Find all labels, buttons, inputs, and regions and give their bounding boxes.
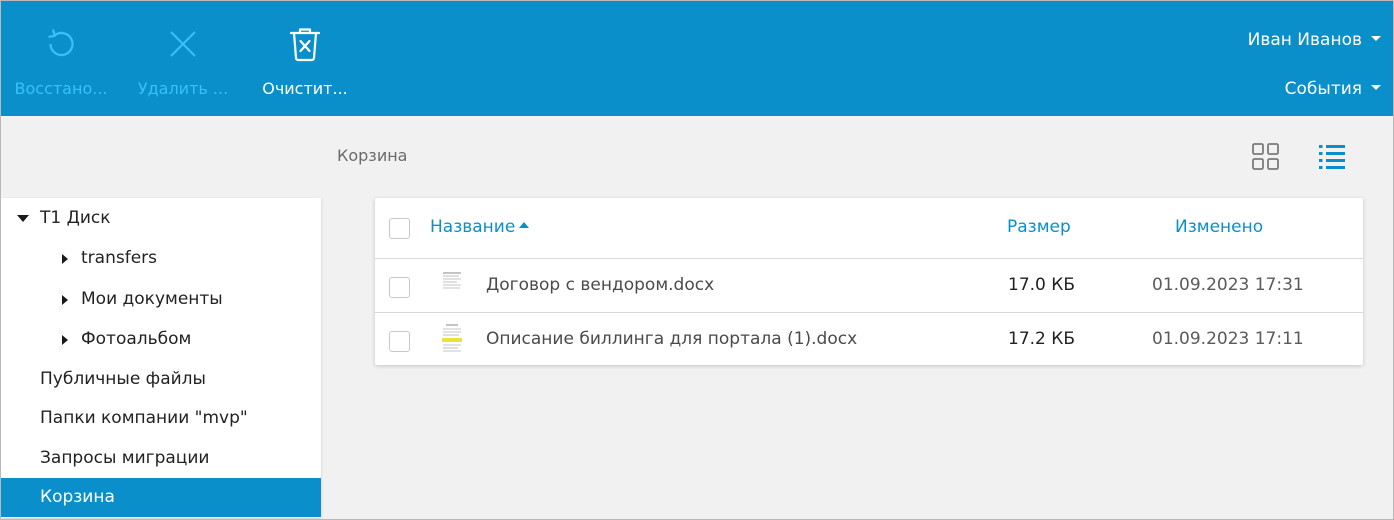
breadcrumb: Корзина <box>337 146 408 165</box>
events-menu[interactable]: События <box>1285 79 1381 99</box>
sidebar-item-label: Публичные файлы <box>40 369 206 389</box>
sidebar-item-label: Запросы миграции <box>40 448 210 468</box>
events-label: События <box>1284 79 1362 99</box>
file-name: Описание биллинга для портала (1).docx <box>486 329 858 349</box>
document-thumbnail-icon <box>439 268 465 304</box>
row-checkbox[interactable] <box>389 277 410 298</box>
grid-view-icon[interactable] <box>1251 141 1281 171</box>
chevron-down-icon <box>1371 36 1381 41</box>
caret-down-icon <box>17 215 29 222</box>
caret-right-icon <box>62 335 68 345</box>
user-name: Иван Иванов <box>1247 30 1362 50</box>
table-row[interactable]: Описание биллинга для портала (1).docx 1… <box>375 313 1363 366</box>
sort-ascending-icon <box>519 222 530 228</box>
app-window: Восстано... Удалить ... Очистит... Иван … <box>0 0 1394 520</box>
column-header-size[interactable]: Размер <box>1007 217 1071 237</box>
empty-trash-label: Очистит... <box>262 79 348 98</box>
caret-right-icon <box>62 254 68 264</box>
sidebar-item-transfers[interactable]: transfers <box>1 239 321 278</box>
chevron-down-icon <box>1371 85 1381 90</box>
list-view-icon[interactable] <box>1317 141 1347 171</box>
sidebar-item-migration-requests[interactable]: Запросы миграции <box>1 439 321 478</box>
file-size: 17.0 КБ <box>1008 275 1075 295</box>
restore-icon <box>48 29 74 57</box>
sidebar: Т1 Диск transfers Мои документы Фотоальб… <box>1 198 321 518</box>
sidebar-item-label: transfers <box>81 248 157 268</box>
select-all-checkbox[interactable] <box>389 218 410 239</box>
empty-trash-button[interactable]: Очистит... <box>254 1 356 116</box>
sidebar-item-photo-album[interactable]: Фотоальбом <box>1 320 321 359</box>
row-checkbox[interactable] <box>389 331 410 352</box>
sidebar-item-label: Фотоальбом <box>81 329 192 349</box>
delete-label: Удалить ... <box>137 79 229 98</box>
sidebar-item-label: Т1 Диск <box>40 208 111 228</box>
column-header-modified[interactable]: Изменено <box>1175 217 1263 237</box>
delete-button[interactable]: Удалить ... <box>132 1 234 116</box>
sidebar-item-label: Мои документы <box>81 289 223 309</box>
sidebar-item-public-files[interactable]: Публичные файлы <box>1 360 321 399</box>
file-name: Договор с вендором.docx <box>486 275 715 295</box>
caret-right-icon <box>62 295 68 305</box>
trash-x-icon <box>289 28 321 62</box>
file-list: Название Размер Изменено Договор с вендо… <box>375 198 1363 365</box>
file-modified: 01.09.2023 17:11 <box>1152 329 1304 349</box>
file-size: 17.2 КБ <box>1008 329 1075 349</box>
sidebar-item-label: Папки компании "mvp" <box>40 408 248 428</box>
toolbar: Восстано... Удалить ... Очистит... Иван … <box>1 1 1393 116</box>
sidebar-item-label: Корзина <box>40 487 115 507</box>
close-icon <box>170 31 196 57</box>
table-row[interactable]: Договор с вендором.docx 17.0 КБ 01.09.20… <box>375 259 1363 312</box>
sidebar-item-company-folders[interactable]: Папки компании "mvp" <box>1 399 321 438</box>
restore-button[interactable]: Восстано... <box>9 1 113 116</box>
sidebar-item-my-documents[interactable]: Мои документы <box>1 280 321 319</box>
sidebar-item-t1-disk[interactable]: Т1 Диск <box>1 199 321 238</box>
sidebar-item-trash[interactable]: Корзина <box>1 478 321 517</box>
column-header-name[interactable]: Название <box>430 217 530 237</box>
file-modified: 01.09.2023 17:31 <box>1152 275 1304 295</box>
user-menu[interactable]: Иван Иванов <box>1248 30 1381 50</box>
restore-label: Восстано... <box>14 79 108 98</box>
column-header-name-label: Название <box>430 217 516 237</box>
document-thumbnail-icon <box>439 322 465 358</box>
